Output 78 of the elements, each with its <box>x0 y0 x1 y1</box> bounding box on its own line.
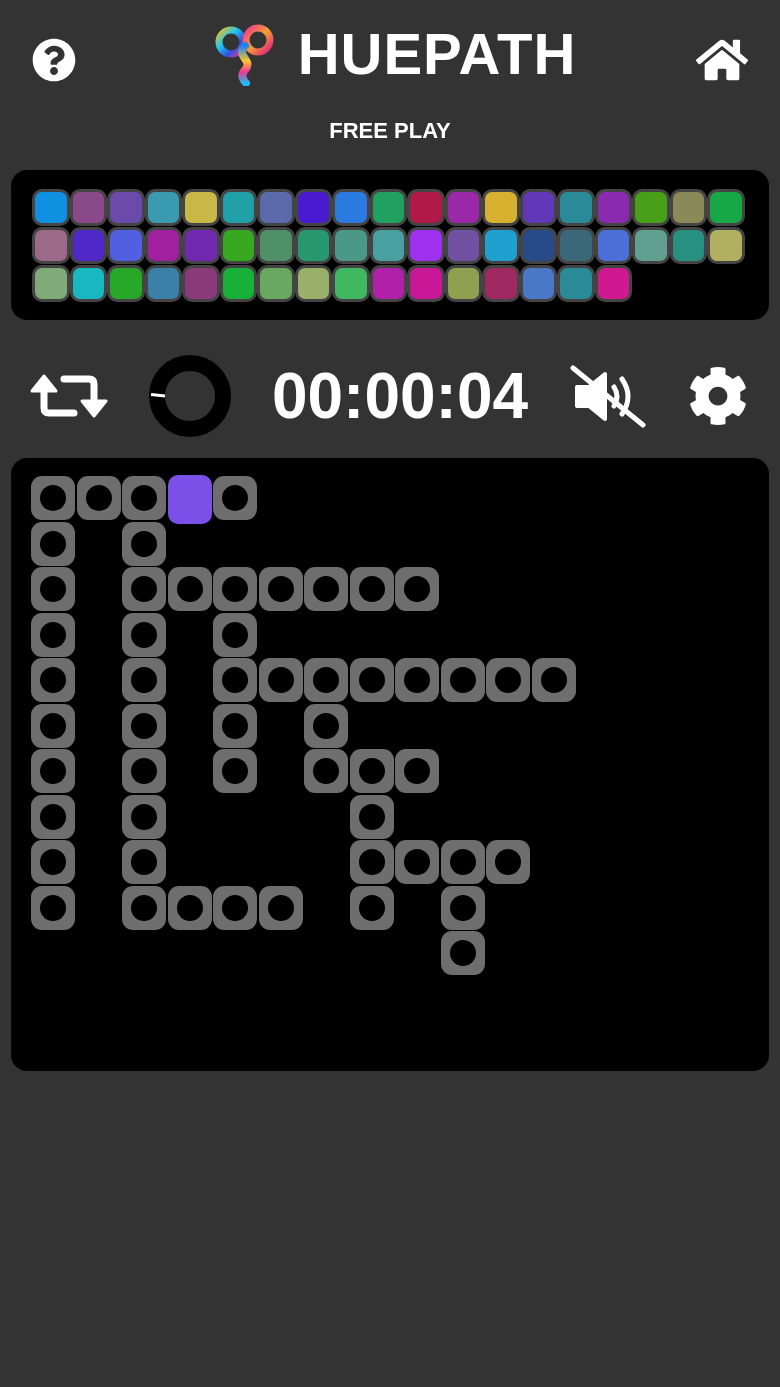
color-swatch-icon[interactable] <box>632 227 670 264</box>
empty-slot[interactable] <box>213 885 257 930</box>
color-swatch-icon[interactable] <box>144 265 182 302</box>
color-swatch-icon[interactable] <box>444 227 482 264</box>
color-swatch-icon[interactable] <box>219 227 257 264</box>
color-swatch-icon[interactable] <box>182 265 220 302</box>
empty-slot[interactable] <box>440 931 485 975</box>
color-swatch-icon[interactable] <box>32 189 70 226</box>
placed-tile[interactable] <box>167 475 212 524</box>
color-swatch-icon[interactable] <box>707 189 745 226</box>
color-swatch-icon[interactable] <box>144 189 182 226</box>
color-swatch-icon[interactable] <box>69 227 107 264</box>
color-swatch-icon[interactable] <box>69 189 107 226</box>
color-swatch-icon[interactable] <box>369 189 407 226</box>
color-swatch-icon[interactable] <box>294 265 332 302</box>
empty-slot[interactable] <box>31 658 75 702</box>
color-swatch-icon[interactable] <box>182 189 220 226</box>
color-swatch-icon[interactable] <box>107 265 145 302</box>
help-icon[interactable] <box>32 38 76 82</box>
color-swatch-icon[interactable] <box>107 227 145 264</box>
empty-slot[interactable] <box>31 749 75 793</box>
color-swatch-icon[interactable] <box>444 189 482 226</box>
timer: 00:00:04 <box>271 364 529 428</box>
color-swatch-icon[interactable] <box>369 227 407 264</box>
color-swatch-icon[interactable] <box>557 227 595 264</box>
color-swatch-icon[interactable] <box>407 189 445 226</box>
color-swatch-icon[interactable] <box>257 265 295 302</box>
empty-slot[interactable] <box>122 749 166 793</box>
color-swatch-icon[interactable] <box>594 227 632 264</box>
color-swatch-icon[interactable] <box>444 265 482 302</box>
color-swatch-icon[interactable] <box>219 189 257 226</box>
color-swatch-icon[interactable] <box>707 227 745 264</box>
color-swatch-icon[interactable] <box>144 227 182 264</box>
empty-slot[interactable] <box>440 885 485 930</box>
color-swatch-icon[interactable] <box>294 227 332 264</box>
empty-slot[interactable] <box>122 840 166 884</box>
color-swatch-icon[interactable] <box>482 227 520 264</box>
color-swatch-icon[interactable] <box>519 265 557 302</box>
mode-label: FREE PLAY <box>329 118 451 144</box>
ring-icon <box>148 355 231 437</box>
color-swatch-icon[interactable] <box>182 227 220 264</box>
color-swatch-icon[interactable] <box>257 189 295 226</box>
empty-slot[interactable] <box>349 794 394 839</box>
color-swatch-icon[interactable] <box>557 189 595 226</box>
color-swatch-icon[interactable] <box>332 227 370 264</box>
color-swatch-icon[interactable] <box>482 265 520 302</box>
empty-slot[interactable] <box>122 658 166 702</box>
color-swatch-icon[interactable] <box>594 265 632 302</box>
color-swatch-icon[interactable] <box>32 265 70 302</box>
empty-slot[interactable] <box>349 885 394 930</box>
color-swatch-icon[interactable] <box>32 227 70 264</box>
color-swatch-icon[interactable] <box>257 227 295 264</box>
color-swatch-icon[interactable] <box>332 189 370 226</box>
color-swatch-icon[interactable] <box>632 189 670 226</box>
color-swatch-icon[interactable] <box>594 189 632 226</box>
color-swatch-icon[interactable] <box>557 265 595 302</box>
color-swatch-icon[interactable] <box>369 265 407 302</box>
color-swatch-icon[interactable] <box>519 227 557 264</box>
mute-icon[interactable] <box>569 364 648 428</box>
empty-slot[interactable] <box>213 749 257 793</box>
color-swatch-icon[interactable] <box>669 189 707 226</box>
color-swatch-icon[interactable] <box>407 265 445 302</box>
color-swatch-icon[interactable] <box>332 265 370 302</box>
color-swatch-icon[interactable] <box>69 265 107 302</box>
empty-slot[interactable] <box>31 567 75 611</box>
color-swatch-icon[interactable] <box>407 227 445 264</box>
color-swatch-icon[interactable] <box>219 265 257 302</box>
color-swatch-icon[interactable] <box>107 189 145 226</box>
empty-slot[interactable] <box>213 476 257 520</box>
logo-icon <box>213 22 276 86</box>
color-swatch-icon[interactable] <box>669 227 707 264</box>
app-title: HUEPATH <box>297 25 577 83</box>
color-swatch-icon[interactable] <box>294 189 332 226</box>
settings-icon[interactable] <box>688 366 748 426</box>
empty-slot[interactable] <box>31 840 75 884</box>
color-swatch-icon[interactable] <box>519 189 557 226</box>
color-swatch-icon[interactable] <box>482 189 520 226</box>
swap-arrows-icon[interactable] <box>30 372 108 420</box>
